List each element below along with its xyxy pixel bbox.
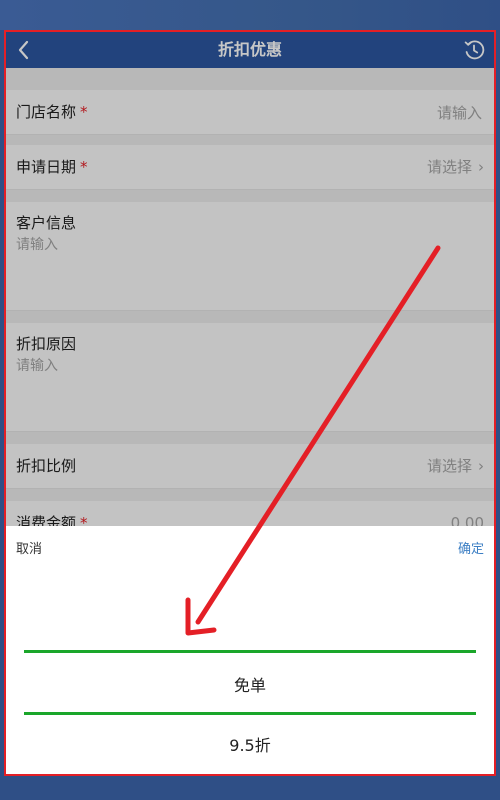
picker-option-free[interactable]: 免单 [6, 672, 494, 696]
picker-sheet: 取消 确定 免单 9.5折 [6, 526, 494, 774]
app-screen: 折扣优惠 门店名称* 申请日期* 请选择› 客户信息 折扣原因 [4, 30, 496, 776]
selection-line-top [24, 650, 476, 653]
picker-option-95[interactable]: 9.5折 [6, 732, 494, 756]
selection-line-bottom [24, 712, 476, 715]
picker-wheel[interactable]: 免单 9.5折 [6, 526, 494, 774]
status-bar [0, 0, 500, 30]
